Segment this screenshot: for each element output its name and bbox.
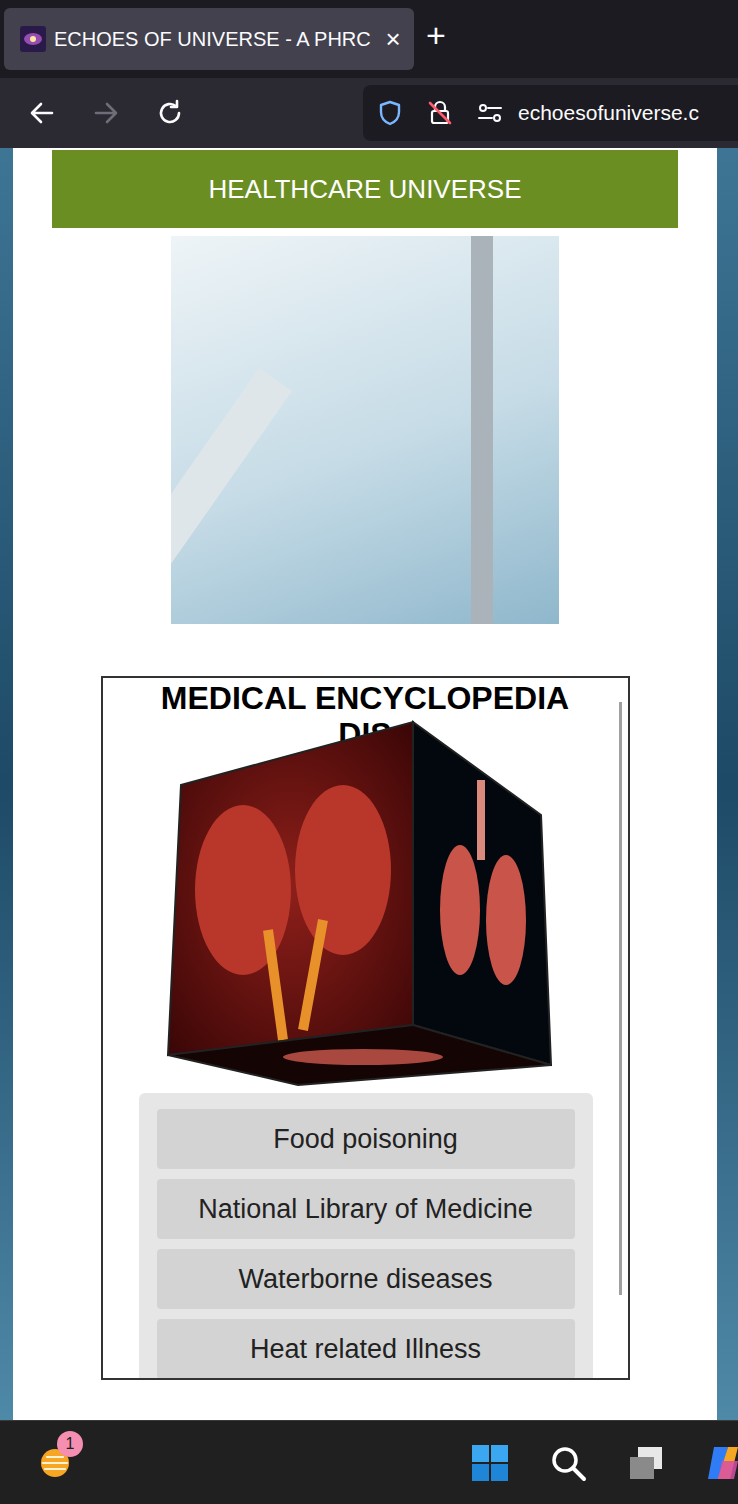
encyclopedia-box: MEDICAL ENCYCLOPEDIA DIS Food poisoning N…: [101, 676, 630, 1380]
shield-icon[interactable]: [376, 99, 404, 127]
new-tab-button[interactable]: +: [426, 18, 446, 52]
tab-title: ECHOES OF UNIVERSE - A PHRC: [54, 28, 374, 51]
browser-tab[interactable]: ECHOES OF UNIVERSE - A PHRC ×: [4, 8, 414, 70]
url-text: echoesofuniverse.c: [518, 101, 699, 125]
taskbar: 1: [0, 1420, 738, 1504]
disease-link[interactable]: Heat related Illness: [157, 1319, 575, 1379]
hospital-photo: [171, 236, 559, 624]
disease-link[interactable]: National Library of Medicine: [157, 1179, 575, 1239]
disease-list: Food poisoning National Library of Medici…: [139, 1093, 593, 1380]
page-background: [0, 148, 13, 1420]
address-bar[interactable]: echoesofuniverse.c: [363, 85, 738, 141]
copilot-icon[interactable]: [704, 1443, 738, 1483]
screen: ECHOES OF UNIVERSE - A PHRC × + echoesof…: [0, 0, 738, 1504]
scrollbar[interactable]: [619, 702, 622, 1295]
tab-close-button[interactable]: ×: [382, 24, 404, 55]
reload-icon[interactable]: [155, 98, 185, 128]
notification-badge: 1: [57, 1431, 83, 1457]
search-icon[interactable]: [548, 1443, 588, 1483]
back-arrow-icon[interactable]: [27, 98, 57, 128]
nav-bar: echoesofuniverse.c: [0, 78, 738, 148]
windows-start-icon[interactable]: [470, 1443, 510, 1483]
disease-link[interactable]: Waterborne diseases: [157, 1249, 575, 1309]
organ-cube[interactable]: [163, 718, 563, 1088]
taskbar-apps: [470, 1443, 738, 1483]
disease-link[interactable]: Food poisoning: [157, 1109, 575, 1169]
content-panel: HEALTHCARE UNIVERSE MEDICAL ENCYCLOPEDIA…: [13, 148, 717, 1420]
permissions-icon[interactable]: [476, 99, 504, 127]
forward-arrow-icon[interactable]: [91, 98, 121, 128]
weather-widget[interactable]: 1: [35, 1443, 75, 1483]
galaxy-icon: [20, 26, 46, 52]
insecure-lock-icon[interactable]: [426, 99, 454, 127]
task-view-icon[interactable]: [626, 1443, 666, 1483]
web-page: HEALTHCARE UNIVERSE MEDICAL ENCYCLOPEDIA…: [0, 148, 738, 1420]
encyclopedia-header: MEDICAL ENCYCLOPEDIA DIS: [103, 678, 628, 1088]
tab-bar: ECHOES OF UNIVERSE - A PHRC × +: [0, 0, 738, 78]
healthcare-banner[interactable]: HEALTHCARE UNIVERSE: [52, 150, 678, 228]
page-background: [717, 148, 738, 1420]
